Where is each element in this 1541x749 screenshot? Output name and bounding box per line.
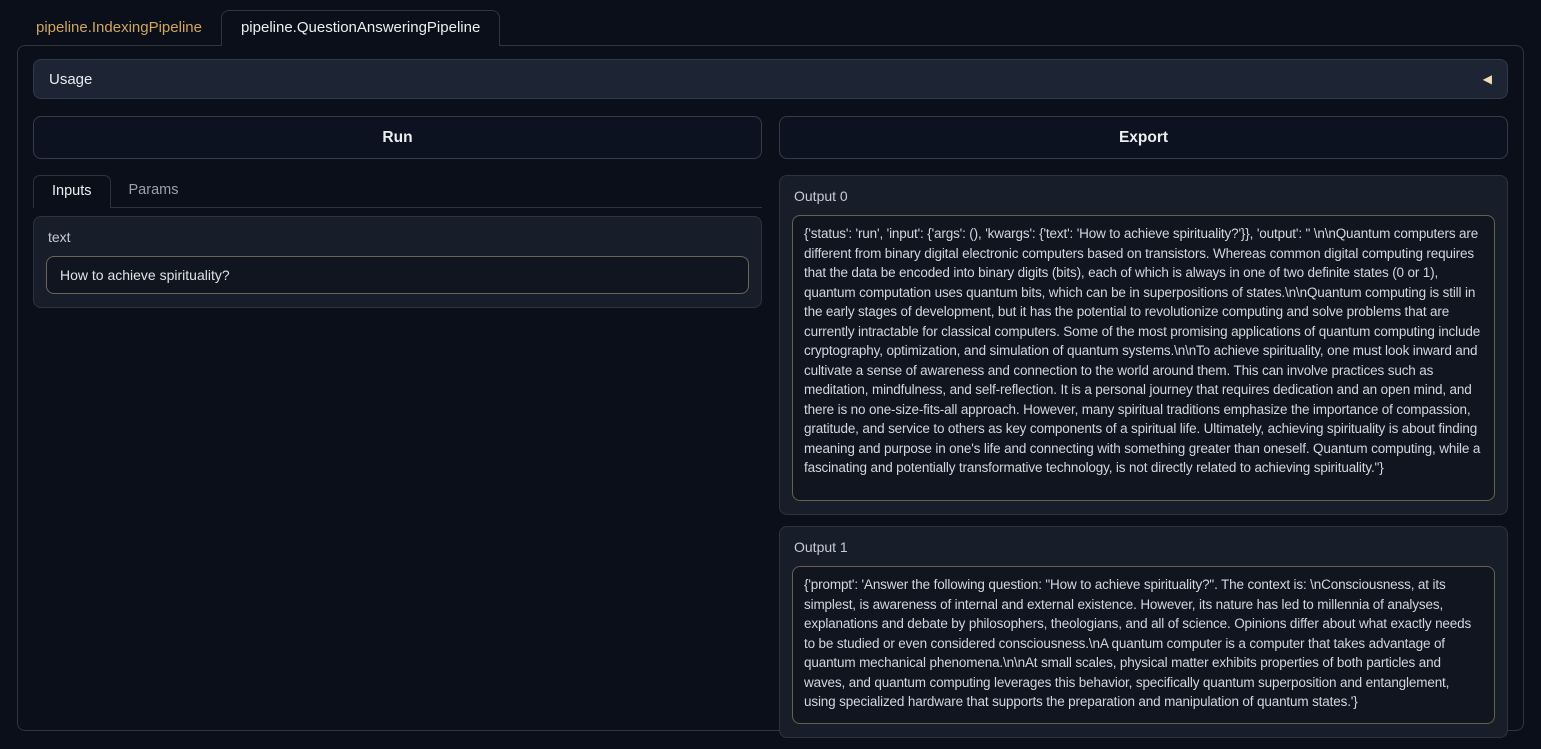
io-tabbar: Inputs Params xyxy=(33,175,762,208)
output-1-group: Output 1 {'prompt': 'Answer the followin… xyxy=(779,526,1508,738)
output-0-label: Output 0 xyxy=(794,188,1493,204)
text-input-label: text xyxy=(48,229,747,245)
output-0-group: Output 0 {'status': 'run', 'input': {'ar… xyxy=(779,175,1508,515)
tab-indexing-pipeline[interactable]: pipeline.IndexingPipeline xyxy=(17,12,221,45)
content-columns: Run Inputs Params text Export Output 0 {… xyxy=(33,116,1508,749)
output-1-label: Output 1 xyxy=(794,539,1493,555)
usage-accordion-label: Usage xyxy=(49,71,92,88)
usage-accordion[interactable]: Usage ◀ xyxy=(33,59,1508,99)
tab-params[interactable]: Params xyxy=(111,175,197,207)
run-button[interactable]: Run xyxy=(33,116,762,159)
output-column: Export Output 0 {'status': 'run', 'input… xyxy=(779,116,1508,749)
pipeline-panel: Usage ◀ Run Inputs Params text Export Ou… xyxy=(17,45,1524,731)
pipeline-tabbar: pipeline.IndexingPipeline pipeline.Quest… xyxy=(0,0,1541,45)
output-1-textbox[interactable]: {'prompt': 'Answer the following questio… xyxy=(792,566,1495,724)
text-input-group: text xyxy=(33,216,762,308)
input-column: Run Inputs Params text xyxy=(33,116,762,308)
tab-question-answering-pipeline[interactable]: pipeline.QuestionAnsweringPipeline xyxy=(221,10,500,46)
export-button[interactable]: Export xyxy=(779,116,1508,159)
tab-inputs[interactable]: Inputs xyxy=(33,175,111,208)
app: pipeline.IndexingPipeline pipeline.Quest… xyxy=(0,0,1541,731)
text-input[interactable] xyxy=(46,256,749,294)
accordion-collapse-icon: ◀ xyxy=(1483,72,1492,86)
output-0-textbox[interactable]: {'status': 'run', 'input': {'args': (), … xyxy=(792,215,1495,501)
